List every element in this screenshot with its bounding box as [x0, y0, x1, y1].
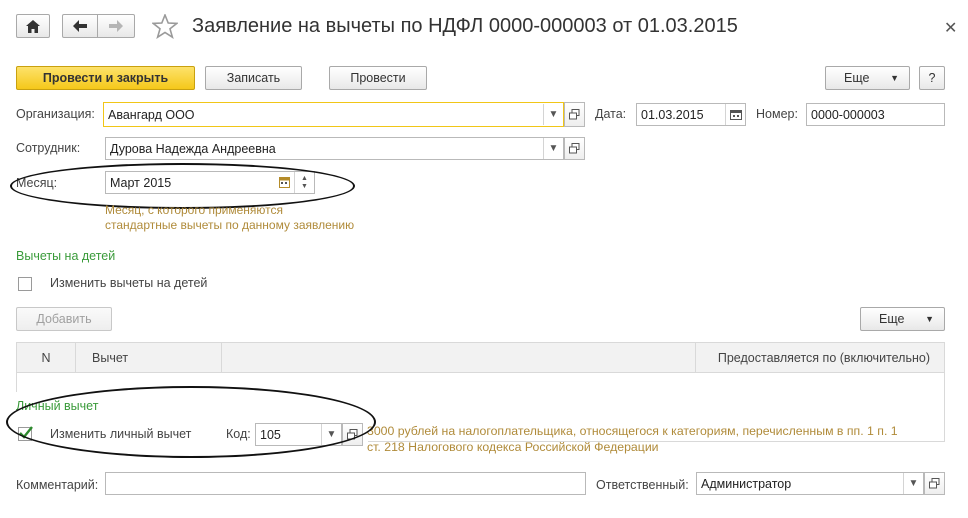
save-button[interactable]: Записать — [205, 66, 302, 90]
responsible-field[interactable]: Администратор ▼ — [696, 472, 924, 495]
organization-field[interactable]: Авангард ООО ▼ — [103, 102, 564, 127]
employee-field[interactable]: Дурова Надежда Андреевна ▼ — [105, 137, 564, 160]
date-label: Дата: — [595, 107, 627, 121]
arrow-left-icon — [73, 20, 87, 32]
comment-field[interactable] — [105, 472, 586, 495]
open-window-icon — [569, 109, 580, 120]
month-hint-line2: стандартные вычеты по данному заявлению — [105, 218, 355, 232]
change-children-label: Изменить вычеты на детей — [50, 276, 208, 290]
help-button[interactable]: ? — [919, 66, 945, 90]
dropdown-triangle-icon: ▼ — [925, 314, 934, 324]
add-button[interactable]: Добавить — [16, 307, 112, 331]
number-label: Номер: — [756, 107, 798, 121]
employee-value: Дурова Надежда Андреевна — [110, 141, 276, 156]
column-n[interactable]: N — [17, 343, 76, 373]
open-window-icon — [929, 478, 940, 489]
number-value: 0000-000003 — [811, 107, 885, 122]
column-deduction[interactable]: Вычет — [76, 343, 222, 373]
forward-button[interactable] — [97, 14, 135, 38]
page-title: Заявление на вычеты по НДФЛ 0000-000003 … — [192, 15, 738, 37]
favorite-star-icon[interactable] — [151, 12, 179, 42]
responsible-open-button[interactable] — [924, 472, 945, 495]
calendar-icon[interactable] — [725, 104, 745, 125]
home-icon — [26, 19, 40, 33]
home-button[interactable] — [16, 14, 50, 38]
number-field[interactable]: 0000-000003 — [806, 103, 945, 126]
month-hint-line1: Месяц, с которого применяются — [105, 203, 283, 217]
column-until-label: Предоставляется по (включительно) — [717, 351, 930, 365]
personal-desc-line2: ст. 218 Налогового кодекса Российской Фе… — [367, 440, 659, 454]
more-button[interactable]: Еще ▼ — [825, 66, 910, 90]
dropdown-triangle-icon: ▼ — [890, 73, 899, 83]
children-section-title: Вычеты на детей — [16, 249, 116, 263]
column-deduction-label: Вычет — [92, 351, 129, 365]
children-more-label: Еще — [879, 312, 905, 326]
post-and-close-button[interactable]: Провести и закрыть — [16, 66, 195, 90]
personal-desc-line1: 3000 рублей на налогоплательщика, относя… — [367, 424, 898, 438]
more-button-label: Еще — [844, 71, 870, 85]
column-spacer — [222, 343, 696, 373]
employee-label: Сотрудник: — [16, 141, 81, 155]
organization-dropdown-icon[interactable]: ▼ — [543, 104, 563, 125]
close-icon[interactable]: ✕ — [944, 18, 957, 38]
column-n-label: N — [41, 351, 51, 365]
table-header: N Вычет Предоставляется по (включительно… — [17, 343, 944, 373]
open-window-icon — [569, 143, 580, 154]
post-button[interactable]: Провести — [329, 66, 427, 90]
responsible-label: Ответственный: — [596, 478, 689, 492]
responsible-dropdown-icon[interactable]: ▼ — [903, 473, 923, 494]
comment-label: Комментарий: — [16, 478, 99, 492]
date-value: 01.03.2015 — [641, 107, 704, 122]
column-until[interactable]: Предоставляется по (включительно) — [696, 343, 944, 373]
organization-label: Организация: — [16, 107, 95, 121]
children-more-button[interactable]: Еще ▼ — [860, 307, 945, 331]
annotation-circle-personal — [6, 386, 376, 458]
employee-open-button[interactable] — [564, 137, 585, 160]
organization-value: Авангард ООО — [108, 107, 195, 122]
date-field[interactable]: 01.03.2015 — [636, 103, 746, 126]
employee-dropdown-icon[interactable]: ▼ — [543, 138, 563, 159]
organization-open-button[interactable] — [564, 102, 585, 127]
arrow-right-icon — [109, 20, 123, 32]
responsible-value: Администратор — [701, 476, 792, 491]
back-button[interactable] — [62, 14, 98, 38]
change-children-checkbox[interactable] — [18, 277, 32, 291]
